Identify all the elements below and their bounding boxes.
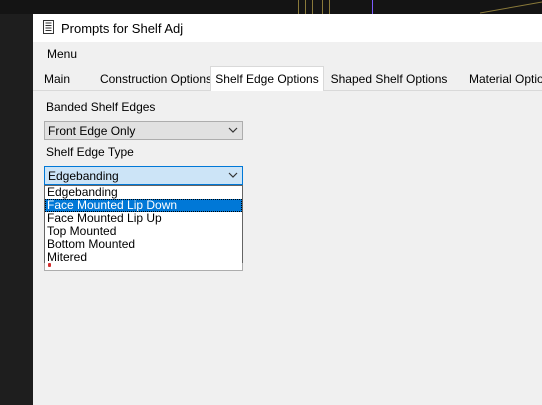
- error-marker: [48, 263, 51, 267]
- shelf-edge-type-dropdown: Edgebanding Face Mounted Lip Down Face M…: [44, 185, 243, 266]
- tab-shaped-shelf-options[interactable]: Shaped Shelf Options: [329, 68, 449, 90]
- tab-strip: Main Construction Options Shelf Edge Opt…: [33, 66, 542, 91]
- underlying-field-edge: [44, 263, 243, 271]
- background-app-strip: [0, 0, 542, 14]
- shelf-edge-type-label: Shelf Edge Type: [46, 145, 134, 159]
- background-line: [372, 0, 373, 14]
- background-line: [329, 0, 330, 14]
- background-diagonal-line: [480, 1, 542, 14]
- banded-shelf-edges-select[interactable]: Front Edge Only: [44, 121, 243, 140]
- shelf-edge-type-select[interactable]: Edgebanding: [44, 166, 243, 185]
- tab-material-options[interactable]: Material Options: [460, 68, 542, 90]
- banded-shelf-edges-label: Banded Shelf Edges: [46, 100, 156, 114]
- menu-item-menu[interactable]: Menu: [47, 47, 77, 61]
- prompts-window: Prompts for Shelf Adj Menu Main Construc…: [33, 14, 542, 405]
- background-line: [305, 0, 306, 14]
- background-line: [298, 0, 299, 14]
- chevron-down-icon: [228, 172, 238, 178]
- background-left: [0, 14, 33, 405]
- tab-shelf-edge-options[interactable]: Shelf Edge Options: [210, 66, 324, 91]
- background-line: [322, 0, 323, 14]
- shelf-edge-type-value: Edgebanding: [48, 169, 119, 183]
- menu-bar: Menu: [33, 42, 542, 64]
- banded-shelf-edges-value: Front Edge Only: [48, 124, 136, 138]
- title-bar[interactable]: Prompts for Shelf Adj: [33, 14, 542, 42]
- tab-main[interactable]: Main: [37, 68, 77, 90]
- chevron-down-icon: [228, 127, 238, 133]
- app-icon: [43, 20, 54, 34]
- background-line: [312, 0, 313, 14]
- tab-construction-options[interactable]: Construction Options: [83, 68, 229, 90]
- window-title: Prompts for Shelf Adj: [61, 21, 184, 36]
